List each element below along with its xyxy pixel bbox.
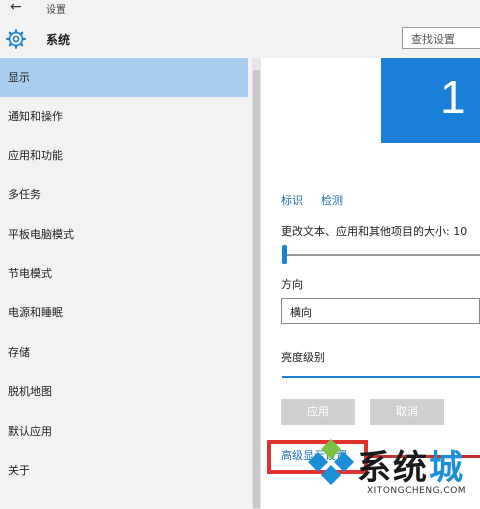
watermark-text-main: 系统: [357, 448, 429, 488]
sidebar-item-offline-maps[interactable]: 脱机地图: [0, 372, 248, 411]
orientation-select[interactable]: 横向: [281, 298, 480, 324]
sidebar-item-apps[interactable]: 应用和功能: [0, 136, 248, 175]
title-bar: [0, 0, 480, 18]
search-input[interactable]: 查找设置: [402, 27, 480, 49]
sidebar-item-power-sleep[interactable]: 电源和睡眠: [0, 293, 248, 332]
watermark-url: XITONGCHENG.COM: [367, 486, 467, 496]
orientation-label: 方向: [281, 278, 303, 291]
section-title: 系统: [46, 33, 71, 47]
sidebar-item-storage[interactable]: 存储: [0, 333, 248, 372]
sidebar-item-display[interactable]: 显示: [0, 58, 248, 97]
sidebar-item-tablet-mode[interactable]: 平板电脑模式: [0, 215, 248, 254]
window-title: 设置: [46, 5, 66, 16]
sidebar-item-multitasking[interactable]: 多任务: [0, 175, 248, 214]
sidebar-item-default-apps[interactable]: 默认应用: [0, 412, 248, 451]
scale-slider-thumb[interactable]: [282, 245, 287, 264]
scale-label: 更改文本、应用和其他项目的大小: 10: [281, 225, 468, 238]
brightness-slider[interactable]: [282, 376, 480, 378]
sidebar-item-about[interactable]: 关于: [0, 451, 248, 490]
brightness-label: 亮度级别: [281, 351, 325, 364]
scale-slider-track[interactable]: [282, 254, 480, 256]
watermark-text-accent: 城: [429, 448, 465, 488]
gear-icon: [6, 29, 26, 49]
sidebar: 显示 通知和操作 应用和功能 多任务 平板电脑模式 节电模式 电源和睡眠 存储 …: [0, 58, 252, 509]
sidebar-scroll-thumb[interactable]: [253, 70, 260, 508]
cancel-button[interactable]: 取消: [370, 399, 444, 425]
watermark-text: 系统城: [357, 440, 465, 489]
watermark-logo-icon: [308, 439, 354, 485]
apply-button[interactable]: 应用: [281, 399, 355, 425]
monitor-number: 1: [440, 71, 466, 123]
identify-link[interactable]: 标识: [281, 192, 303, 208]
sidebar-item-battery-saver[interactable]: 节电模式: [0, 254, 248, 293]
back-arrow-icon[interactable]: ←: [10, 0, 22, 14]
detect-link[interactable]: 检测: [321, 192, 343, 208]
sidebar-item-notifications[interactable]: 通知和操作: [0, 97, 248, 136]
